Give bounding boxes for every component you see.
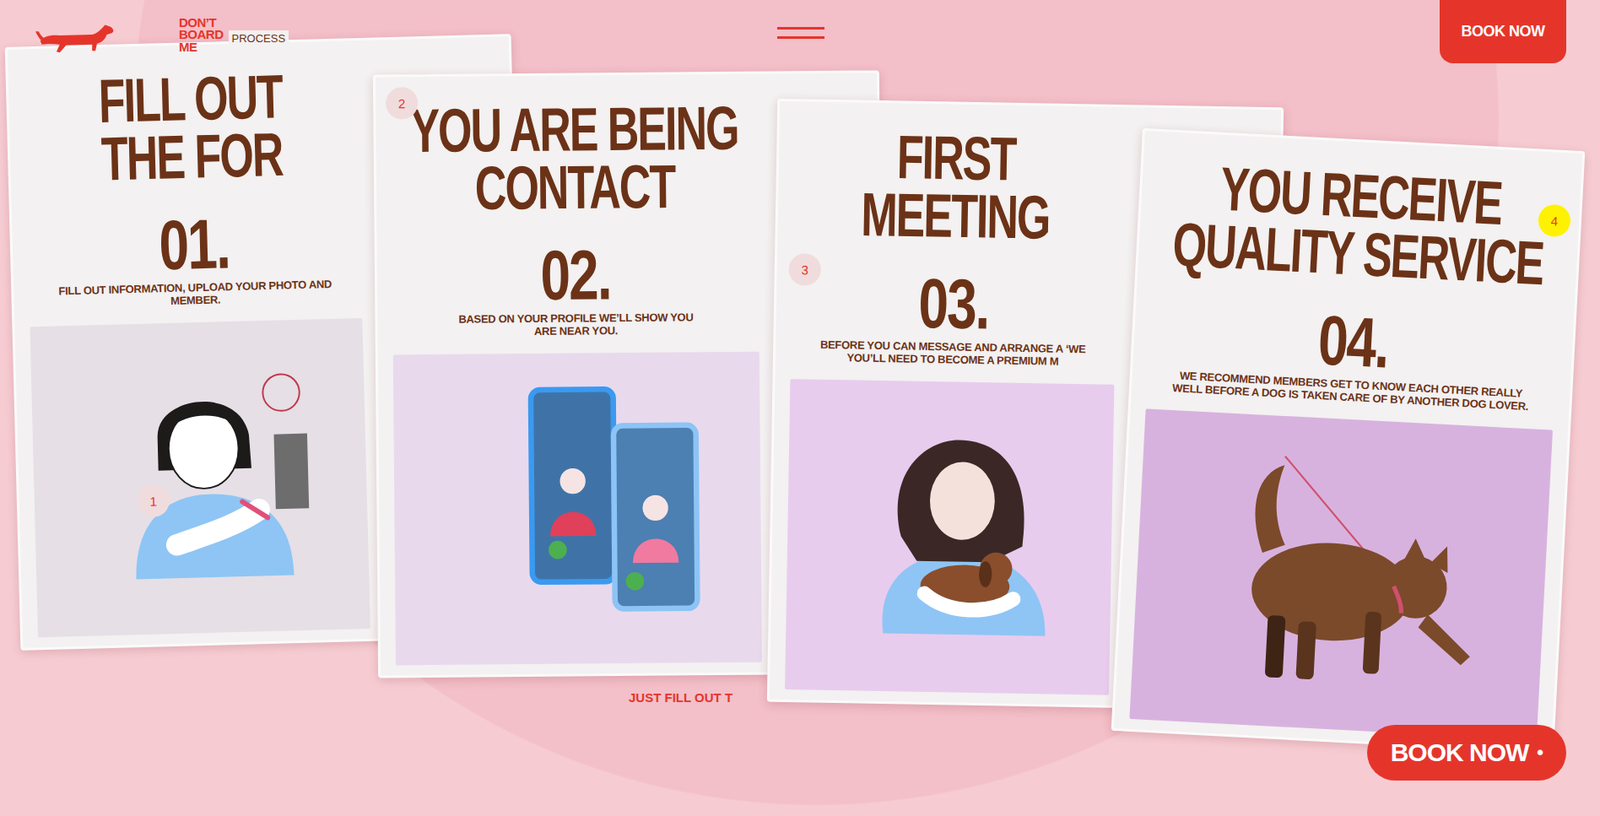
step-number: 02.	[540, 239, 611, 311]
book-now-button[interactable]: BOOK NOW	[1439, 0, 1567, 64]
logo-wordmark: DON’TBOARDME	[178, 16, 224, 54]
step-number: 03.	[918, 268, 990, 341]
menu-line-icon	[777, 36, 825, 39]
phones-video-call-icon	[393, 351, 763, 665]
dot-icon: •	[1536, 741, 1543, 764]
step-number: 01.	[157, 208, 230, 281]
footer-note: JUST FILL OUT T	[628, 690, 733, 705]
step-title: YOU ARE BEINGCONTACT	[410, 99, 739, 220]
floating-book-now-button[interactable]: BOOK NOW•	[1367, 724, 1567, 781]
step-illustration	[29, 318, 371, 638]
step-badge[interactable]: 3	[788, 253, 822, 287]
brand[interactable]: DON’TBOARDMEPROCESS	[35, 0, 778, 58]
step-description: BASED ON YOUR PROFILE WE’LL SHOW YOUARE …	[458, 311, 693, 341]
step-badge[interactable]: 4	[1537, 203, 1572, 238]
step-illustration	[393, 351, 763, 665]
menu-button[interactable]	[777, 27, 825, 39]
step-badge[interactable]: 2	[385, 86, 418, 119]
step-card: YOU RECEIVEQUALITY SERVICE04.WE RECOMMEN…	[1111, 128, 1586, 754]
step-description: BEFORE YOU CAN MESSAGE AND ARRANGE A ‘WE…	[820, 339, 1087, 371]
step-title: FILL OUTTHE FOR	[97, 67, 285, 190]
steps-deck: FILL OUTTHE FOR 01.FILL OUT INFORMATION, …	[0, 0, 1600, 743]
step-title: YOU RECEIVEQUALITY SERVICE	[1171, 157, 1548, 294]
woman-writing-icon	[29, 318, 371, 638]
step-description: FILL OUT INFORMATION, UPLOAD YOUR PHOTO …	[58, 278, 332, 313]
step-number: 04.	[1316, 304, 1390, 379]
dog-on-leash-icon	[1129, 408, 1553, 741]
step-illustration	[1129, 408, 1553, 741]
dachshund-logo-icon	[35, 16, 117, 58]
process-page: DON’TBOARDMEPROCESSBOOK NOWFILL OUTTHE F…	[0, 0, 1600, 816]
step-title: FIRSTMEETING	[860, 128, 1051, 249]
woman-holding-dog-icon	[784, 378, 1114, 696]
section-label: PROCESS	[228, 30, 290, 47]
step-illustration	[784, 378, 1114, 696]
menu-line-icon	[777, 27, 825, 30]
top-bar: DON’TBOARDMEPROCESS BOOK NOW	[0, 0, 1600, 64]
